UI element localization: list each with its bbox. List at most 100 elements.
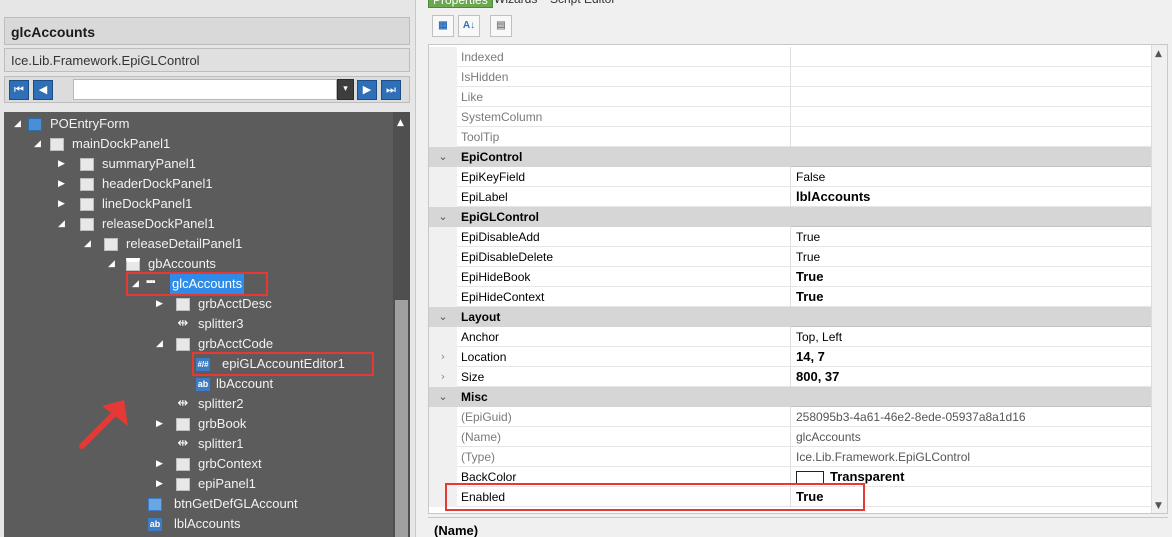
tree-node-poentryform[interactable]: ◢ POEntryForm xyxy=(14,114,394,134)
expand-property-icon[interactable]: › xyxy=(429,367,457,387)
expand-icon[interactable]: ▶ xyxy=(156,414,166,434)
tree-node-splitter1[interactable]: ⇹ splitter1 xyxy=(172,434,372,454)
tree-scrollbar[interactable]: ▲ xyxy=(393,112,410,537)
property-value[interactable]: Top, Left xyxy=(792,327,1152,347)
property-row[interactable]: › Size 800, 37 xyxy=(429,367,1152,387)
scroll-up-icon[interactable]: ▲ xyxy=(397,118,404,128)
alphabetical-sort-icon[interactable]: A↓ xyxy=(458,15,480,37)
tree-node-grbbook[interactable]: ▶ grbBook xyxy=(156,414,356,434)
tree-node-epipanel1[interactable]: ▶ epiPanel1 xyxy=(156,474,356,494)
collapse-icon[interactable]: ◢ xyxy=(156,334,166,354)
scroll-down-icon[interactable]: ▼ xyxy=(1155,501,1162,511)
tree-node-splitter3[interactable]: ⇹ splitter3 xyxy=(172,314,372,334)
property-row[interactable]: (Type) Ice.Lib.Framework.EpiGLControl xyxy=(429,447,1152,467)
tree-scroll-thumb[interactable] xyxy=(395,300,408,537)
property-row[interactable]: SystemColumn xyxy=(429,107,1152,127)
expand-icon[interactable]: ▶ xyxy=(58,154,68,174)
tab-script-editor[interactable]: Script Editor xyxy=(546,0,619,8)
row-gutter xyxy=(429,407,457,427)
property-name: EpiHideBook xyxy=(457,267,791,287)
expand-icon[interactable]: ▶ xyxy=(156,294,166,314)
property-row[interactable]: EpiLabel lblAccounts xyxy=(429,187,1152,207)
tree-node-maindockpanel1[interactable]: ◢ mainDockPanel1 xyxy=(34,134,334,154)
expand-icon[interactable]: ▶ xyxy=(58,194,68,214)
tree-node-releasedockpanel1[interactable]: ◢ releaseDockPanel1 xyxy=(58,214,318,234)
control-tree[interactable]: ◢ POEntryForm ◢ mainDockPanel1 ▶ summary… xyxy=(4,112,410,537)
expand-icon[interactable]: ▶ xyxy=(58,174,68,194)
property-value[interactable]: lblAccounts xyxy=(792,187,1152,207)
property-row[interactable]: IsHidden xyxy=(429,67,1152,87)
collapse-icon[interactable]: ◢ xyxy=(84,234,94,254)
tab-properties[interactable]: Properties xyxy=(428,0,493,8)
property-row[interactable]: (EpiGuid) 258095b3-4a61-46e2-8ede-05937a8… xyxy=(429,407,1152,427)
expand-property-icon[interactable]: › xyxy=(429,347,457,367)
property-category[interactable]: ⌄ EpiGLControl xyxy=(429,207,1152,227)
property-value[interactable]: 14, 7 xyxy=(792,347,1152,367)
property-value[interactable]: True xyxy=(792,247,1152,267)
collapse-category-icon[interactable]: ⌄ xyxy=(429,147,457,167)
tree-node-grbacctcode[interactable]: ◢ grbAcctCode xyxy=(156,334,356,354)
property-value[interactable] xyxy=(792,87,1152,107)
tree-node-grbcontext[interactable]: ▶ grbContext xyxy=(156,454,356,474)
property-row[interactable]: Anchor Top, Left xyxy=(429,327,1152,347)
tree-node-summarypanel1[interactable]: ▶ summaryPanel1 xyxy=(58,154,318,174)
property-row[interactable]: EpiHideBook True xyxy=(429,267,1152,287)
property-value[interactable]: True xyxy=(792,267,1152,287)
property-category[interactable]: ⌄ Misc xyxy=(429,387,1152,407)
expand-icon[interactable]: ▶ xyxy=(156,454,166,474)
property-row[interactable]: EpiDisableDelete True xyxy=(429,247,1152,267)
property-value[interactable]: 800, 37 xyxy=(792,367,1152,387)
previous-record-button[interactable]: ◀ xyxy=(33,80,53,100)
navigation-input[interactable] xyxy=(73,79,337,100)
collapse-icon[interactable]: ◢ xyxy=(58,214,68,234)
property-value[interactable] xyxy=(792,107,1152,127)
scroll-up-icon[interactable]: ▲ xyxy=(1155,49,1162,59)
collapse-icon[interactable]: ◢ xyxy=(14,114,24,134)
last-record-button[interactable]: ⏭ xyxy=(381,80,401,100)
tree-node-btngetdefglaccount[interactable]: btnGetDefGLAccount xyxy=(148,494,368,514)
first-record-button[interactable]: ⏮ xyxy=(9,80,29,100)
property-row[interactable]: › Location 14, 7 xyxy=(429,347,1152,367)
tree-node-grbacctdesc[interactable]: ▶ grbAcctDesc xyxy=(156,294,356,314)
tree-node-releasedetailpanel1[interactable]: ◢ releaseDetailPanel1 xyxy=(84,234,344,254)
property-row[interactable]: ToolTip xyxy=(429,127,1152,147)
property-category[interactable]: ⌄ Layout xyxy=(429,307,1152,327)
tree-node-gbaccounts[interactable]: ◢ gbAccounts xyxy=(108,254,328,274)
collapse-icon[interactable]: ◢ xyxy=(108,254,118,274)
property-value[interactable] xyxy=(792,127,1152,147)
tree-node-splitter2[interactable]: ⇹ splitter2 xyxy=(172,394,372,414)
property-pages-icon[interactable]: ▤ xyxy=(490,15,512,37)
tree-node-linedockpanel1[interactable]: ▶ lineDockPanel1 xyxy=(58,194,318,214)
property-row[interactable]: EpiHideContext True xyxy=(429,287,1152,307)
property-grid[interactable]: Indexed IsHidden Like SystemColumn ToolTip ⌄ E… xyxy=(428,44,1168,514)
property-value[interactable] xyxy=(792,67,1152,87)
tab-wizards[interactable]: Wizards xyxy=(490,0,541,8)
property-value[interactable]: Ice.Lib.Framework.EpiGLControl xyxy=(792,447,1152,467)
categorized-icon[interactable]: ▦ xyxy=(432,15,454,37)
property-row[interactable]: Like xyxy=(429,87,1152,107)
property-row[interactable]: (Name) glcAccounts xyxy=(429,427,1152,447)
collapse-icon[interactable]: ◢ xyxy=(34,134,44,154)
tree-node-lblaccounts[interactable]: ab lblAccounts xyxy=(148,514,368,534)
property-value[interactable]: False xyxy=(792,167,1152,187)
property-grid-scrollbar[interactable]: ▲ ▼ xyxy=(1151,45,1167,513)
collapse-category-icon[interactable]: ⌄ xyxy=(429,307,457,327)
property-value[interactable]: True xyxy=(792,227,1152,247)
property-row[interactable]: EpiDisableAdd True xyxy=(429,227,1152,247)
property-value[interactable]: glcAccounts xyxy=(792,427,1152,447)
collapse-category-icon[interactable]: ⌄ xyxy=(429,387,457,407)
property-value[interactable] xyxy=(792,47,1152,67)
expand-icon[interactable]: ▶ xyxy=(156,474,166,494)
tree-node-lbaccount[interactable]: ab lbAccount xyxy=(196,374,376,394)
tree-node-headerdockpanel1[interactable]: ▶ headerDockPanel1 xyxy=(58,174,318,194)
property-name: Size xyxy=(457,367,791,387)
next-record-button[interactable]: ▶ xyxy=(357,80,377,100)
property-category[interactable]: ⌄ EpiControl xyxy=(429,147,1152,167)
property-row[interactable]: Indexed xyxy=(429,47,1152,67)
collapse-category-icon[interactable]: ⌄ xyxy=(429,207,457,227)
panel-icon xyxy=(104,238,118,251)
property-value[interactable]: 258095b3-4a61-46e2-8ede-05937a8a1d16 xyxy=(792,407,1152,427)
navigation-dropdown-button[interactable]: ▾ xyxy=(337,79,354,100)
property-row[interactable]: EpiKeyField False xyxy=(429,167,1152,187)
property-value[interactable]: True xyxy=(792,287,1152,307)
